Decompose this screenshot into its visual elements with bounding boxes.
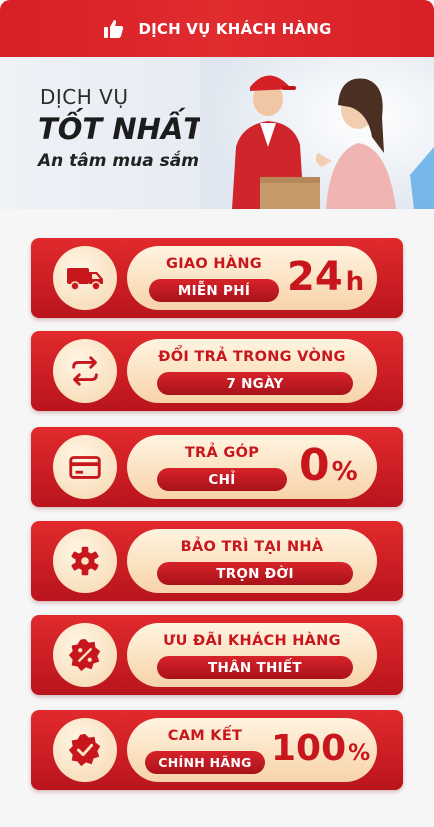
highlight-unit: h [345, 267, 365, 297]
service-title: ƯU ĐÃI KHÁCH HÀNG [163, 633, 341, 649]
header-bar: DỊCH VỤ KHÁCH HÀNG [0, 0, 434, 57]
service-tag: 7 NGÀY [157, 372, 353, 395]
service-card-free-delivery[interactable]: GIAO HÀNG MIỄN PHÍ 24 h [31, 238, 403, 318]
discount-badge-icon [53, 623, 117, 687]
credit-card-icon [53, 435, 117, 499]
highlight-unit: % [331, 457, 358, 487]
service-tag: CHÍNH HÃNG [145, 751, 265, 774]
verified-badge-icon [53, 718, 117, 782]
service-tag: TRỌN ĐỜI [157, 562, 353, 585]
service-title: ĐỔI TRẢ TRONG VÒNG [158, 349, 346, 365]
gear-icon [53, 529, 117, 593]
service-pill: BẢO TRÌ TẠI NHÀ TRỌN ĐỜI [127, 529, 377, 593]
service-tag: CHỈ [157, 468, 287, 491]
service-highlight: 24 h [287, 252, 364, 302]
service-pill: TRẢ GÓP CHỈ 0 % [127, 435, 377, 499]
service-title: TRẢ GÓP [184, 445, 260, 461]
thumbs-up-icon [102, 17, 126, 41]
service-pill: CAM KẾT CHÍNH HÃNG 100 % [127, 718, 377, 782]
service-title: GIAO HÀNG [166, 256, 262, 272]
service-pill: GIAO HÀNG MIỄN PHÍ 24 h [127, 246, 377, 310]
service-pill: ĐỔI TRẢ TRONG VÒNG 7 NGÀY [127, 339, 377, 403]
highlight-number: 24 [287, 254, 343, 300]
highlight-number: 100 [271, 728, 347, 769]
banner-line-2: TỐT NHẤT [38, 112, 204, 146]
truck-icon [53, 246, 117, 310]
exchange-arrows-icon [53, 339, 117, 403]
service-card-maintenance[interactable]: BẢO TRÌ TẠI NHÀ TRỌN ĐỜI [31, 521, 403, 601]
service-tag: THÂN THIẾT [157, 656, 353, 679]
service-card-return[interactable]: ĐỔI TRẢ TRONG VÒNG 7 NGÀY [31, 331, 403, 411]
service-pill: ƯU ĐÃI KHÁCH HÀNG THÂN THIẾT [127, 623, 377, 687]
service-card-installment[interactable]: TRẢ GÓP CHỈ 0 % [31, 427, 403, 507]
delivery-illustration [200, 57, 434, 209]
service-highlight: 100 % [271, 724, 370, 774]
banner-line-3: An tâm mua sắm [38, 151, 199, 171]
service-tag: MIỄN PHÍ [149, 279, 279, 302]
service-highlight: 0 % [299, 441, 358, 491]
service-card-authentic[interactable]: CAM KẾT CHÍNH HÃNG 100 % [31, 710, 403, 790]
promo-banner: DỊCH VỤ TỐT NHẤT An tâm mua sắm [0, 57, 434, 209]
service-card-loyalty[interactable]: ƯU ĐÃI KHÁCH HÀNG THÂN THIẾT [31, 615, 403, 695]
banner-line-1: DỊCH VỤ [40, 85, 129, 109]
highlight-unit: % [348, 741, 371, 766]
header-title: DỊCH VỤ KHÁCH HÀNG [138, 19, 332, 38]
service-title: BẢO TRÌ TẠI NHÀ [180, 539, 324, 555]
service-title: CAM KẾT [167, 728, 243, 744]
highlight-number: 0 [299, 440, 330, 491]
